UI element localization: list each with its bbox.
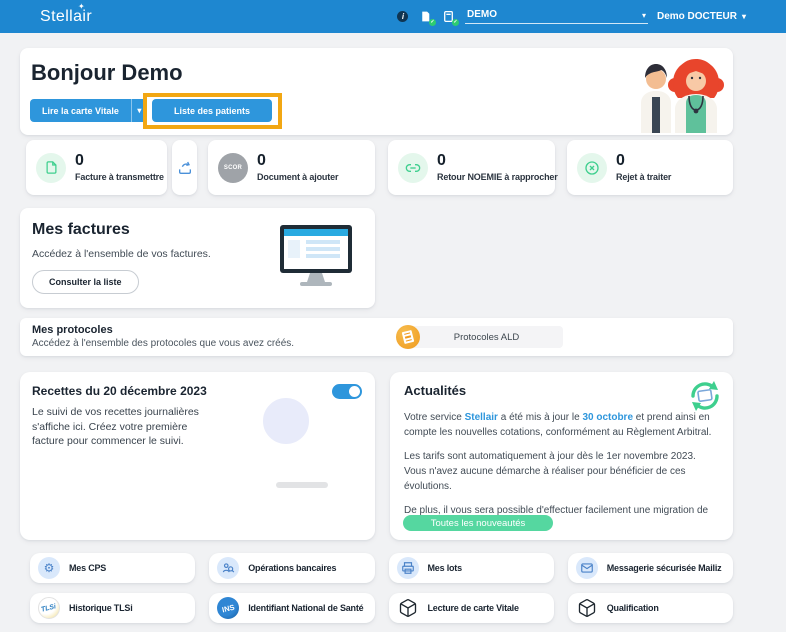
user-menu[interactable]: Demo DOCTEUR ▾ <box>657 11 746 22</box>
hero-card: Bonjour Demo Lire la carte Vitale ▾ List… <box>20 48 733 135</box>
practice-selector-value: DEMO <box>467 9 497 20</box>
quick-link-qualification[interactable]: Qualification <box>568 593 733 623</box>
stat-value: 0 <box>257 153 338 169</box>
stat-label: Document à ajouter <box>257 172 338 182</box>
stat-label: Retour NOEMIE à rapprocher <box>437 172 558 182</box>
invoices-card: Mes factures Accédez à l'ensemble de vos… <box>20 208 375 308</box>
invoice-document-icon <box>36 153 66 183</box>
scor-badge: SCOR <box>218 153 248 183</box>
lots-printer-icon <box>397 557 419 579</box>
ins-badge: INS <box>217 597 239 619</box>
quick-link-lecture-carte-vitale[interactable]: Lecture de carte Vitale <box>389 593 554 623</box>
revenue-title: Recettes du 20 décembre 2023 <box>32 384 207 398</box>
cube-icon <box>576 598 598 618</box>
stat-card-documents-to-add[interactable]: SCOR 0 Document à ajouter <box>208 140 375 195</box>
patients-list-button[interactable]: Liste des patients <box>152 99 272 122</box>
stat-card-invoices-to-send[interactable]: 0 Facture à transmettre <box>26 140 167 195</box>
monitor-illustration <box>278 224 354 290</box>
read-vitale-split-button: Lire la carte Vitale ▾ <box>30 99 147 122</box>
send-tray-icon <box>177 160 193 176</box>
stat-card-noemie-returns[interactable]: 0 Retour NOEMIE à rapprocher <box>388 140 555 195</box>
terminal-status-icon[interactable]: ✓ <box>442 10 456 24</box>
news-paragraph: Les tarifs sont automatiquement à jour d… <box>404 449 720 494</box>
stat-value: 0 <box>75 153 164 169</box>
protocol-ald-icon <box>396 325 420 349</box>
news-paragraph: Votre service Stellair a été mis à jour … <box>404 410 720 440</box>
news-title: Actualités <box>404 383 466 398</box>
top-bar: Stellair ✦ i ✓ ✓ DEMO ▾ <box>0 0 786 33</box>
stat-value: 0 <box>437 153 558 169</box>
protocols-title: Mes protocoles <box>32 324 113 336</box>
topbar-actions: i ✓ ✓ DEMO ▾ Demo DOCTEUR ▾ <box>396 9 746 24</box>
date-link[interactable]: 30 octobre <box>582 412 633 423</box>
cube-icon <box>397 598 419 618</box>
stellair-dashboard: Stellair ✦ i ✓ ✓ DEMO ▾ <box>0 0 786 644</box>
doctors-illustration <box>633 50 733 133</box>
chevron-down-icon: ▾ <box>137 106 141 115</box>
check-badge: ✓ <box>429 19 436 26</box>
mail-icon <box>576 557 598 579</box>
tlsi-badge: TLSi <box>38 597 60 619</box>
practice-selector[interactable]: DEMO ▾ <box>465 9 648 24</box>
view-invoices-button[interactable]: Consulter la liste <box>32 270 139 294</box>
quick-link-mes-lots[interactable]: Mes lots <box>389 553 554 583</box>
gear-icon: ⚙ <box>38 557 60 579</box>
protocols-bar: Mes protocoles Accédez à l'ensemble des … <box>20 318 733 356</box>
transmit-mini-card[interactable] <box>172 140 197 195</box>
footer-strip <box>0 632 786 644</box>
protocols-ald-button[interactable]: Protocoles ALD <box>410 326 563 348</box>
quick-link-operations-bancaires[interactable]: Opérations bancaires <box>209 553 374 583</box>
quick-link-historique-tlsi[interactable]: TLSi Historique TLSi <box>30 593 195 623</box>
check-badge: ✓ <box>452 19 459 26</box>
link-icon <box>398 153 428 183</box>
sparkle-icon: ✦ <box>78 2 85 11</box>
stat-label: Facture à transmettre <box>75 172 164 182</box>
chevron-down-icon: ▾ <box>742 12 746 21</box>
news-card: Actualités Votre service Stellair a été … <box>390 372 733 540</box>
read-vitale-dropdown-button[interactable]: ▾ <box>131 99 147 122</box>
reject-circle-icon <box>577 153 607 183</box>
stellair-logo[interactable]: Stellair ✦ <box>40 8 92 26</box>
all-news-button[interactable]: Toutes les nouveautés <box>403 515 553 531</box>
stat-card-rejections[interactable]: 0 Rejet à traiter <box>567 140 733 195</box>
stat-value: 0 <box>616 153 671 169</box>
read-vitale-button[interactable]: Lire la carte Vitale <box>30 99 131 122</box>
protocols-description: Accédez à l'ensemble des protocoles que … <box>32 338 294 349</box>
revenue-description: Le suivi de vos recettes journalières s'… <box>32 405 220 449</box>
invoices-title: Mes factures <box>32 221 130 239</box>
bank-operations-icon <box>217 557 239 579</box>
card-reader-status-icon[interactable]: ✓ <box>419 10 433 24</box>
donut-legend-placeholder <box>276 482 328 488</box>
page-title: Bonjour Demo <box>31 60 183 86</box>
brand-link[interactable]: Stellair <box>465 412 498 423</box>
empty-donut-chart <box>263 398 309 444</box>
quick-link-mes-cps[interactable]: ⚙ Mes CPS <box>30 553 195 583</box>
info-icon[interactable]: i <box>396 10 410 24</box>
revenue-card: Recettes du 20 décembre 2023 Le suivi de… <box>20 372 375 540</box>
stat-label: Rejet à traiter <box>616 172 671 182</box>
chevron-down-icon: ▾ <box>642 11 646 20</box>
revenue-toggle[interactable] <box>332 384 362 399</box>
quick-links-grid: ⚙ Mes CPS Opérations bancaires Mes lots <box>30 553 733 623</box>
quick-link-identifiant-national-sante[interactable]: INS Identifiant National de Santé <box>209 593 374 623</box>
user-menu-label: Demo DOCTEUR <box>657 11 737 22</box>
quick-link-messagerie-mailiz[interactable]: Messagerie sécurisée Mailiz <box>568 553 733 583</box>
invoices-description: Accédez à l'ensemble de vos factures. <box>32 248 211 260</box>
